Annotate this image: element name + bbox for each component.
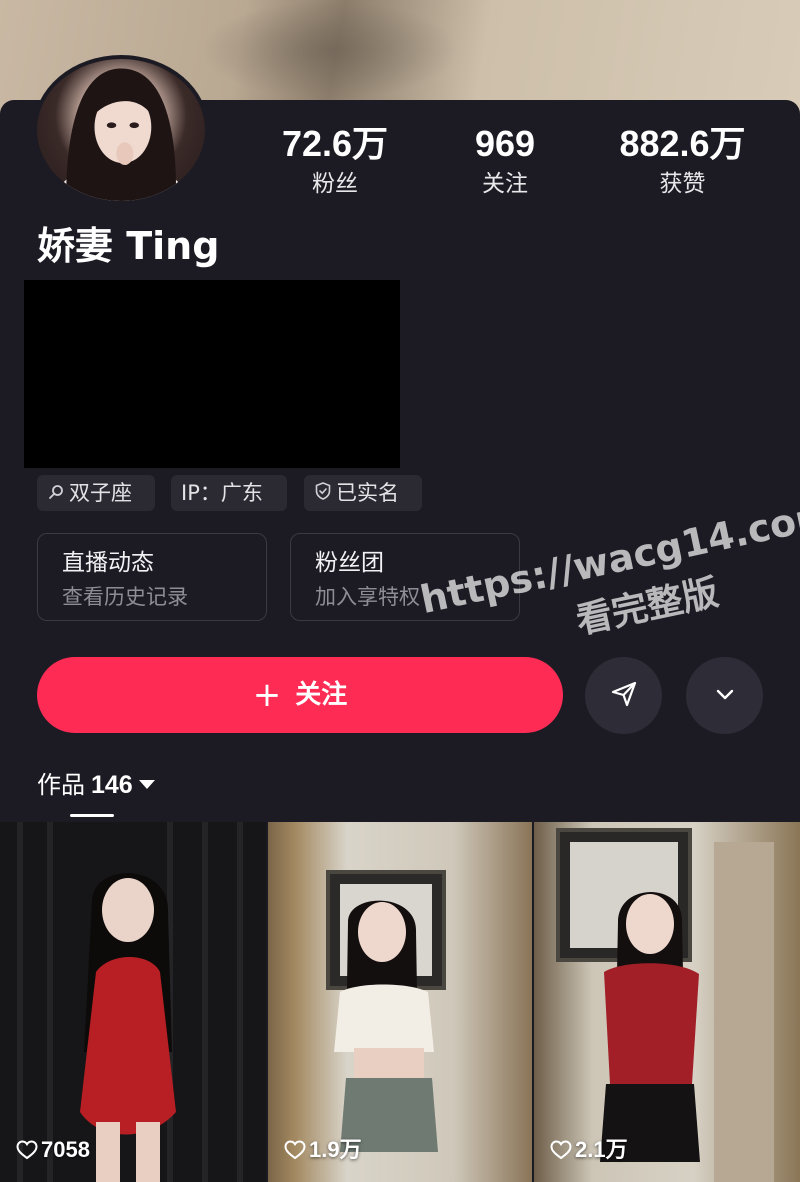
avatar[interactable] — [33, 55, 209, 205]
more-button[interactable] — [686, 657, 763, 734]
tag-zodiac-label: 双子座 — [69, 481, 132, 505]
video-like-count: 2.1万 — [550, 1137, 628, 1166]
likes-count: 882.6万 — [619, 123, 746, 164]
profile-name: 娇妻 Ting — [37, 224, 220, 268]
follow-button[interactable]: + 关注 — [37, 657, 563, 733]
live-history-card[interactable]: 直播动态 查看历史记录 — [37, 533, 267, 621]
video-grid: 7058 1.9万 2.1万 — [0, 822, 800, 1182]
live-history-subtitle: 查看历史记录 — [62, 585, 188, 609]
video-likes-value: 7058 — [41, 1137, 90, 1162]
video-likes-value: 1.9万 — [309, 1137, 362, 1162]
avatar-portrait — [54, 68, 188, 201]
chevron-down-icon — [712, 681, 738, 711]
works-label: 作品 — [37, 771, 85, 799]
plus-icon: + — [252, 675, 282, 715]
tag-ip-label: IP：广东 — [181, 481, 263, 505]
tab-underline — [70, 814, 114, 817]
followers-label: 粉丝 — [312, 171, 358, 197]
send-icon — [609, 679, 639, 713]
video-like-count: 1.9万 — [284, 1137, 362, 1166]
following-count: 969 — [474, 123, 536, 164]
live-history-title: 直播动态 — [62, 550, 154, 576]
profile-stats: 72.6万 粉丝 969 关注 882.6万 获赞 — [250, 122, 790, 212]
heart-icon — [550, 1140, 572, 1166]
tag-verified[interactable]: 已实名 — [304, 475, 422, 511]
stat-likes[interactable]: 882.6万 获赞 — [595, 122, 770, 200]
search-icon — [47, 477, 65, 513]
heart-icon — [284, 1140, 306, 1166]
video-like-count: 7058 — [16, 1137, 90, 1166]
works-count: 146 — [91, 771, 133, 799]
redacted-bio — [24, 280, 400, 468]
tab-works[interactable]: 作品 146 — [37, 768, 155, 802]
video-thumbnail-image — [0, 822, 266, 1182]
followers-count: 72.6万 — [281, 123, 389, 164]
tag-verified-label: 已实名 — [336, 481, 399, 505]
likes-label: 获赞 — [659, 171, 706, 197]
fan-club-card[interactable]: 粉丝团 加入享特权 — [290, 533, 520, 621]
fan-club-title: 粉丝团 — [315, 550, 384, 576]
share-button[interactable] — [585, 657, 662, 734]
video-thumbnail[interactable]: 7058 — [0, 822, 266, 1182]
tag-ip-location[interactable]: IP：广东 — [171, 475, 287, 511]
fan-club-subtitle: 加入享特权 — [315, 585, 420, 609]
cover-shade — [200, 0, 460, 100]
video-thumbnail-image — [556, 828, 774, 1182]
video-thumbnail-image — [326, 870, 446, 1152]
video-thumbnail[interactable]: 2.1万 — [534, 822, 800, 1182]
follow-label: 关注 — [295, 680, 348, 710]
tag-zodiac[interactable]: 双子座 — [37, 475, 155, 511]
shield-check-icon — [314, 477, 332, 513]
video-thumbnail[interactable]: 1.9万 — [268, 822, 532, 1182]
stat-following[interactable]: 969 关注 — [445, 122, 565, 200]
caret-down-icon — [138, 780, 155, 789]
following-label: 关注 — [482, 171, 528, 197]
video-likes-value: 2.1万 — [575, 1137, 628, 1162]
heart-icon — [16, 1140, 38, 1166]
stat-followers[interactable]: 72.6万 粉丝 — [270, 122, 400, 200]
